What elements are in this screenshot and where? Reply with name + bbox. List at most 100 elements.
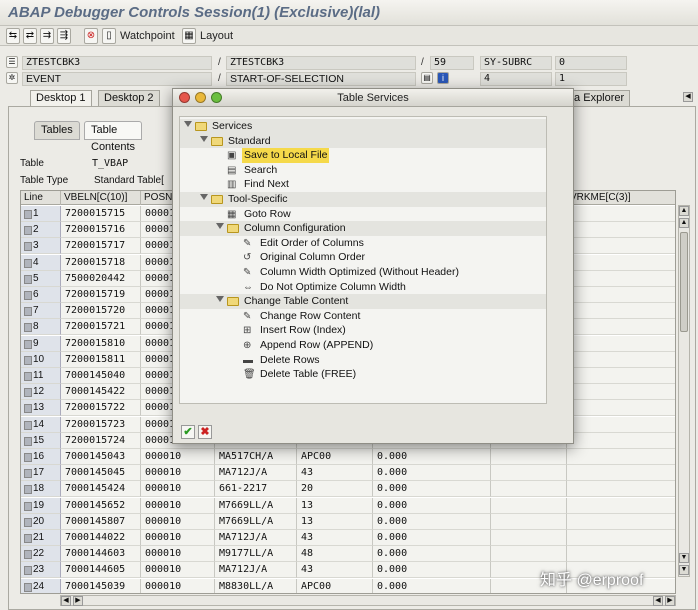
table-row[interactable]: 17 7000145045 000010 MA712J/A 43 0.000 xyxy=(21,465,675,482)
tree-folder[interactable]: Standard xyxy=(180,133,546,149)
check-icon[interactable]: ✔ xyxy=(181,425,195,439)
table-cell: M7669LL/A xyxy=(215,513,297,530)
tree-item[interactable]: ✎ Column Width Optimized (Without Header) xyxy=(180,265,546,280)
table-row[interactable]: 20 7000145807 000010 M7669LL/A 13 0.000 xyxy=(21,513,675,530)
expand-arrow-icon[interactable] xyxy=(200,194,208,200)
table-cell: 7200015718 xyxy=(61,254,141,271)
table-cell: 7200015811 xyxy=(61,351,141,368)
scroll-thumb[interactable] xyxy=(680,232,688,332)
row-number[interactable]: 15 xyxy=(21,432,61,449)
row-number[interactable]: 3 xyxy=(21,238,61,255)
table-cell: 43 xyxy=(297,562,373,579)
tree-folder[interactable]: Change Table Content xyxy=(180,294,546,309)
scroll-left-end-icon[interactable]: ◀ xyxy=(653,596,663,606)
tree-item[interactable]: ⊞ Insert Row (Index) xyxy=(180,323,546,338)
tab-table-contents[interactable]: Table Contents xyxy=(84,121,143,153)
tree-item[interactable]: ▦ Goto Row xyxy=(180,207,546,222)
layout-icon[interactable]: ▦ xyxy=(182,28,196,44)
watchpoint-button[interactable]: Watchpoint xyxy=(120,29,175,43)
scroll-down-icon[interactable]: ▼ xyxy=(679,565,689,575)
row-number[interactable]: 23 xyxy=(21,562,61,579)
toolbar-icon-4[interactable]: ⇶ xyxy=(57,28,71,44)
layout-button[interactable]: Layout xyxy=(200,29,233,43)
row-number[interactable]: 5 xyxy=(21,270,61,287)
table-cell: 7200015716 xyxy=(61,222,141,239)
tree-item[interactable]: ▣ Save to Local File xyxy=(180,148,546,163)
title-bar: ABAP Debugger Controls Session(1) (Exclu… xyxy=(0,0,698,26)
row-number[interactable]: 12 xyxy=(21,384,61,401)
tab-data-explorer[interactable]: ta Explorer xyxy=(565,90,631,106)
row-number[interactable]: 8 xyxy=(21,319,61,336)
tree-folder[interactable]: Tool-Specific xyxy=(180,192,546,207)
cancel-icon[interactable]: ✖ xyxy=(198,425,212,439)
row-number[interactable]: 14 xyxy=(21,416,61,433)
row-number[interactable]: 9 xyxy=(21,335,61,352)
scroll-right-small-icon[interactable]: ▶ xyxy=(73,596,83,606)
scroll-down-page-icon[interactable]: ▼ xyxy=(679,553,689,563)
table-type-label: Table Type xyxy=(20,175,69,186)
stop-icon[interactable]: ⊗ xyxy=(84,28,98,44)
table-cell xyxy=(567,303,675,320)
table-cell xyxy=(567,319,675,336)
row-number[interactable]: 18 xyxy=(21,481,61,498)
row-number[interactable]: 19 xyxy=(21,497,61,514)
tree-item[interactable]: ✎ Change Row Content xyxy=(180,309,546,324)
source-icon[interactable]: ▤ xyxy=(421,72,433,84)
row-number[interactable]: 2 xyxy=(21,222,61,239)
table-row[interactable]: 16 7000145043 000010 MA517CH/A APC00 0.000 xyxy=(21,449,675,465)
row-number[interactable]: 6 xyxy=(21,287,61,303)
tab-desktop-2[interactable]: Desktop 2 xyxy=(98,90,160,106)
row-number[interactable]: 21 xyxy=(21,530,61,546)
toolbar-icon-3[interactable]: ⇉ xyxy=(40,28,54,44)
row-number[interactable]: 20 xyxy=(21,513,61,530)
row-number[interactable]: 22 xyxy=(21,546,61,563)
tab-tables[interactable]: Tables xyxy=(34,121,80,140)
tree-item[interactable]: ✎ Edit Order of Columns xyxy=(180,236,546,251)
row-number[interactable]: 24 xyxy=(21,578,61,593)
expand-arrow-icon[interactable] xyxy=(216,223,224,230)
tab-scroll-left-icon[interactable]: ◀ xyxy=(683,92,693,102)
column-header-line[interactable]: Line xyxy=(21,191,61,205)
tab-desktop-1[interactable]: Desktop 1 xyxy=(30,90,92,106)
tree-folder[interactable]: Services xyxy=(180,119,546,134)
tree-item[interactable]: 🗑 Delete Table (FREE) xyxy=(180,367,546,382)
tree-item[interactable]: ▬ Delete Rows xyxy=(180,353,546,368)
tree-folder[interactable]: Column Configuration xyxy=(180,221,546,236)
separator: / xyxy=(421,57,424,68)
tree-item[interactable]: ⇔ Do Not Optimize Column Width xyxy=(180,280,546,295)
tree-item[interactable]: ▥ Find Next xyxy=(180,177,546,192)
column-header-vbeln[interactable]: VBELN[C(10)] xyxy=(61,191,141,205)
table-row[interactable]: 19 7000145652 000010 M7669LL/A 13 0.000 xyxy=(21,497,675,514)
row-number[interactable]: 16 xyxy=(21,449,61,465)
tree-item[interactable]: ↺ Original Column Order xyxy=(180,250,546,265)
row-number[interactable]: 11 xyxy=(21,368,61,384)
scroll-left-icon[interactable]: ◀ xyxy=(61,596,71,606)
table-row[interactable]: 18 7000145424 000010 661-2217 20 0.000 xyxy=(21,481,675,498)
tree-item[interactable]: ▤ Search xyxy=(180,163,546,178)
watchpoint-icon[interactable]: ▯ xyxy=(102,28,116,44)
table-row[interactable]: 22 7000144603 000010 M9177LL/A 48 0.000 xyxy=(21,546,675,563)
scroll-right-icon[interactable]: ▶ xyxy=(665,596,675,606)
expand-arrow-icon[interactable] xyxy=(184,121,192,127)
toolbar-icon-2[interactable]: ⇄ xyxy=(23,28,37,44)
vertical-scrollbar[interactable]: ▲ ▲ ▼ ▼ xyxy=(678,205,690,577)
scroll-up-icon[interactable]: ▲ xyxy=(679,206,689,216)
scroll-up-page-icon[interactable]: ▲ xyxy=(679,218,689,228)
tree-item[interactable]: ⊕ Append Row (APPEND) xyxy=(180,338,546,353)
row-number[interactable]: 17 xyxy=(21,465,61,482)
row-number[interactable]: 4 xyxy=(21,254,61,271)
table-row[interactable]: 21 7000144022 000010 MA712J/A 43 0.000 xyxy=(21,530,675,546)
toolbar-icon-1[interactable]: ⇆ xyxy=(6,28,20,44)
table-cell xyxy=(567,335,675,352)
row-number[interactable]: 1 xyxy=(21,206,61,222)
column-header-vrkme[interactable]: VRKME[C(3)] xyxy=(567,191,675,205)
info-icon[interactable]: i xyxy=(437,72,449,84)
no-optimize-icon: ⇔ xyxy=(243,281,253,293)
row-number[interactable]: 7 xyxy=(21,303,61,320)
row-number[interactable]: 13 xyxy=(21,400,61,417)
horizontal-scrollbar[interactable]: ◀ ▶ ◀ ▶ xyxy=(60,595,676,606)
expand-arrow-icon[interactable] xyxy=(216,296,224,303)
table-cell: 0.000 xyxy=(373,513,491,530)
expand-arrow-icon[interactable] xyxy=(200,135,208,142)
row-number[interactable]: 10 xyxy=(21,351,61,368)
